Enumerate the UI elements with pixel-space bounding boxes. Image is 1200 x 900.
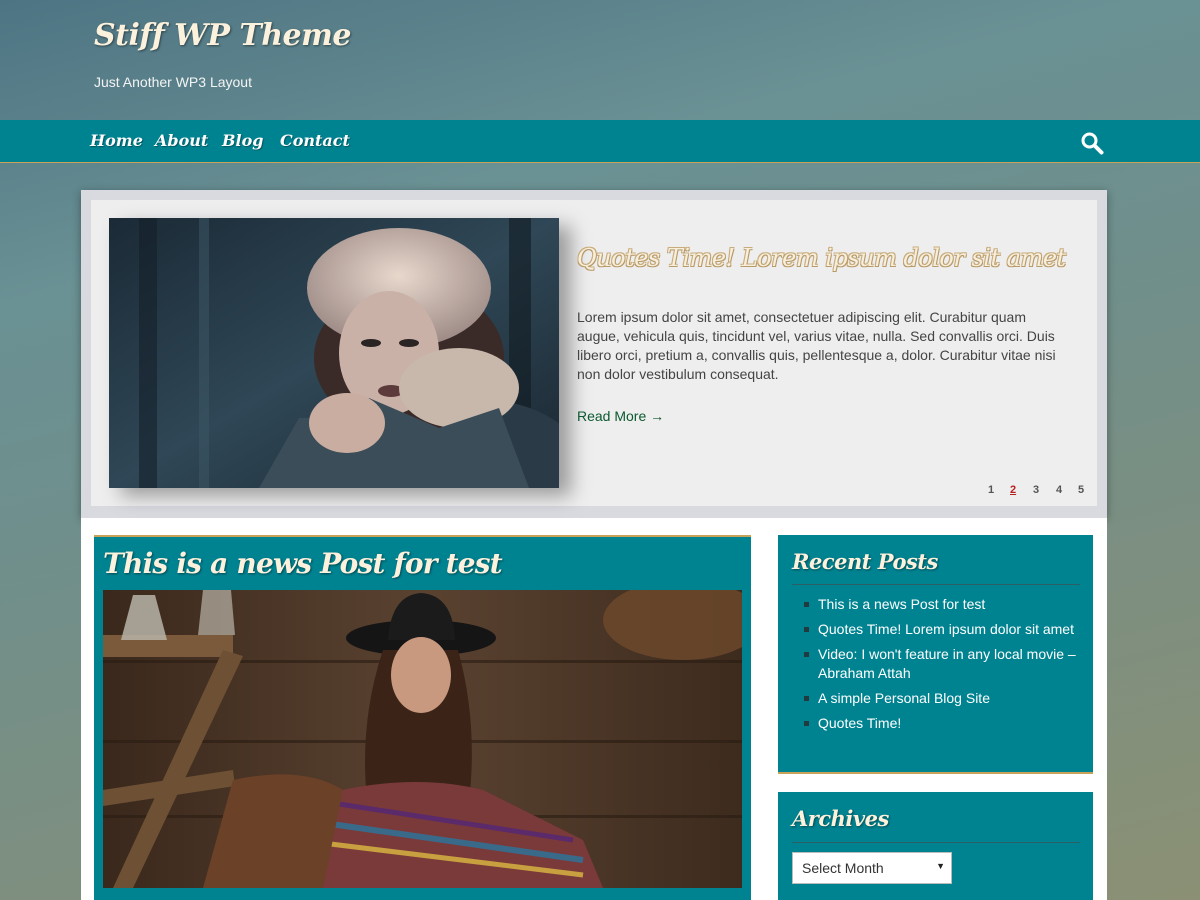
recent-post-link[interactable]: This is a news Post for test: [818, 596, 985, 612]
archives-widget: Archives Select Month ▼: [778, 792, 1093, 900]
nav-item-blog[interactable]: Blog: [222, 131, 263, 150]
featured-slider: Quotes Time! Lorem ipsum dolor sit amet …: [81, 190, 1107, 518]
archives-select-value: Select Month: [802, 860, 884, 876]
post-title[interactable]: This is a news Post for test: [103, 547, 503, 580]
recent-post-link[interactable]: Video: I won't feature in any local movi…: [818, 646, 1076, 681]
widget-divider: [792, 842, 1080, 843]
search-button[interactable]: [1080, 131, 1104, 155]
site-tagline: Just Another WP3 Layout: [94, 74, 252, 90]
woman-in-hat-photo: [103, 590, 742, 888]
slider-page-4[interactable]: 4: [1056, 484, 1062, 496]
slide: Quotes Time! Lorem ipsum dolor sit amet …: [91, 200, 1097, 506]
recent-posts-widget: Recent Posts This is a news Post for tes…: [778, 535, 1093, 774]
site-title[interactable]: Stiff WP Theme: [94, 18, 351, 53]
site-header: Stiff WP Theme Just Another WP3 Layout: [0, 0, 1200, 120]
main-navigation: Home About Blog Contact: [0, 120, 1200, 163]
recent-post-link[interactable]: Quotes Time! Lorem ipsum dolor sit amet: [818, 621, 1074, 637]
recent-post-link[interactable]: A simple Personal Blog Site: [818, 690, 990, 706]
slider-page-5[interactable]: 5: [1078, 484, 1084, 496]
list-item: A simple Personal Blog Site: [804, 689, 1084, 708]
nav-item-home[interactable]: Home: [90, 131, 143, 150]
post-featured-image[interactable]: [103, 590, 742, 888]
list-item: This is a news Post for test: [804, 595, 1084, 614]
slider-page-1[interactable]: 1: [988, 484, 994, 496]
search-icon: [1081, 132, 1104, 155]
post-article: This is a news Post for test: [94, 535, 751, 900]
recent-posts-list: This is a news Post for test Quotes Time…: [804, 595, 1084, 739]
list-item: Quotes Time! Lorem ipsum dolor sit amet: [804, 620, 1084, 639]
slider-page-2[interactable]: 2: [1010, 484, 1016, 496]
nav-item-contact[interactable]: Contact: [280, 131, 350, 150]
nav-item-about[interactable]: About: [155, 131, 208, 150]
archives-title: Archives: [792, 806, 889, 831]
slider-page-3[interactable]: 3: [1033, 484, 1039, 496]
woman-in-fur-hat-photo: [109, 218, 559, 488]
recent-post-link[interactable]: Quotes Time!: [818, 715, 901, 731]
slide-image[interactable]: [109, 218, 559, 488]
widget-divider: [792, 584, 1080, 585]
archives-dropdown[interactable]: Select Month ▼: [792, 852, 952, 884]
list-item: Video: I won't feature in any local movi…: [804, 645, 1084, 683]
slide-excerpt: Lorem ipsum dolor sit amet, consectetuer…: [577, 309, 1056, 382]
caret-down-icon: ▼: [936, 861, 945, 871]
slide-title[interactable]: Quotes Time! Lorem ipsum dolor sit amet: [577, 244, 1066, 272]
list-item: Quotes Time!: [804, 714, 1084, 733]
recent-posts-title: Recent Posts: [792, 549, 938, 574]
read-more-link[interactable]: Read More →: [577, 408, 664, 424]
